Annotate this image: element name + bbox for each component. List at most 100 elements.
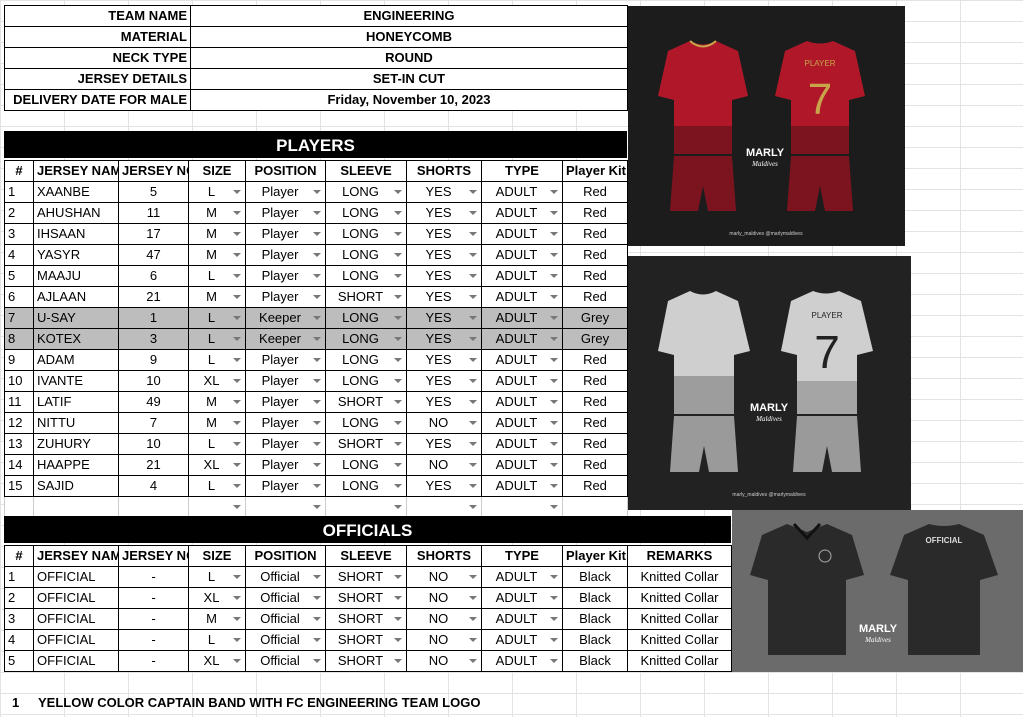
dropdown-arrow-icon[interactable] (550, 211, 558, 215)
red-kit-image[interactable]: PLAYER 7 MARLY Maldives marly_maldives @… (628, 6, 905, 246)
dropdown-arrow-icon[interactable] (394, 575, 402, 579)
table-cell[interactable]: Player (245, 412, 326, 434)
table-cell[interactable]: 7 (118, 412, 189, 434)
table-cell[interactable]: 3 (118, 328, 189, 350)
table-cell[interactable]: LONG (325, 475, 407, 497)
dropdown-arrow-icon[interactable] (550, 295, 558, 299)
table-cell[interactable]: Official (245, 650, 326, 672)
table-cell[interactable]: ADULT (481, 223, 563, 245)
table-cell[interactable]: L (188, 328, 246, 350)
table-cell[interactable]: U-SAY (33, 307, 119, 329)
table-cell[interactable]: Red (562, 244, 628, 266)
table-cell[interactable]: Grey (562, 307, 628, 329)
dropdown-arrow-icon[interactable] (313, 337, 321, 341)
table-cell[interactable]: Red (562, 391, 628, 413)
table-cell[interactable]: 6 (118, 265, 189, 287)
table-cell[interactable]: - (118, 566, 189, 588)
table-cell[interactable]: YASYR (33, 244, 119, 266)
dropdown-arrow-icon[interactable] (469, 442, 477, 446)
table-cell[interactable]: SHORT (325, 587, 407, 609)
dropdown-arrow-icon[interactable] (394, 484, 402, 488)
info-value[interactable]: ROUND (190, 47, 628, 69)
empty-cell[interactable] (188, 496, 246, 517)
table-cell[interactable]: ADULT (481, 202, 563, 224)
dropdown-arrow-icon[interactable] (394, 253, 402, 257)
dropdown-arrow-icon[interactable] (550, 505, 558, 509)
dropdown-arrow-icon[interactable] (313, 421, 321, 425)
table-cell[interactable]: Black (562, 650, 628, 672)
table-cell[interactable]: YES (406, 202, 482, 224)
dropdown-arrow-icon[interactable] (233, 190, 241, 194)
empty-cell[interactable] (562, 496, 628, 517)
table-cell[interactable]: Knitted Collar (627, 587, 732, 609)
table-cell[interactable]: ADULT (481, 587, 563, 609)
dropdown-arrow-icon[interactable] (313, 575, 321, 579)
dropdown-arrow-icon[interactable] (313, 316, 321, 320)
table-cell[interactable]: LONG (325, 265, 407, 287)
dropdown-arrow-icon[interactable] (469, 232, 477, 236)
table-cell[interactable]: Red (562, 412, 628, 434)
table-cell[interactable]: 49 (118, 391, 189, 413)
dropdown-arrow-icon[interactable] (394, 379, 402, 383)
table-cell[interactable]: Official (245, 608, 326, 630)
table-cell[interactable]: SHORT (325, 433, 407, 455)
dropdown-arrow-icon[interactable] (313, 638, 321, 642)
dropdown-arrow-icon[interactable] (550, 232, 558, 236)
table-cell[interactable]: OFFICIAL (33, 650, 119, 672)
table-cell[interactable]: ADULT (481, 286, 563, 308)
dropdown-arrow-icon[interactable] (550, 316, 558, 320)
dropdown-arrow-icon[interactable] (469, 659, 477, 663)
dropdown-arrow-icon[interactable] (550, 253, 558, 257)
dropdown-arrow-icon[interactable] (394, 232, 402, 236)
table-cell[interactable]: 9 (4, 349, 34, 371)
dropdown-arrow-icon[interactable] (233, 316, 241, 320)
dropdown-arrow-icon[interactable] (469, 617, 477, 621)
dropdown-arrow-icon[interactable] (550, 400, 558, 404)
table-cell[interactable]: Player (245, 433, 326, 455)
table-cell[interactable]: ADULT (481, 475, 563, 497)
table-cell[interactable]: NITTU (33, 412, 119, 434)
table-cell[interactable]: 10 (118, 433, 189, 455)
table-cell[interactable]: Player (245, 223, 326, 245)
dropdown-arrow-icon[interactable] (394, 617, 402, 621)
table-cell[interactable]: Player (245, 265, 326, 287)
table-cell[interactable]: ADULT (481, 629, 563, 651)
dropdown-arrow-icon[interactable] (394, 421, 402, 425)
table-cell[interactable]: SHORT (325, 566, 407, 588)
table-cell[interactable]: NO (406, 650, 482, 672)
table-cell[interactable]: Keeper (245, 328, 326, 350)
table-cell[interactable]: 12 (4, 412, 34, 434)
table-cell[interactable]: Player (245, 454, 326, 476)
dropdown-arrow-icon[interactable] (550, 358, 558, 362)
table-cell[interactable]: LONG (325, 370, 407, 392)
dropdown-arrow-icon[interactable] (469, 379, 477, 383)
table-cell[interactable]: OFFICIAL (33, 587, 119, 609)
black-kit-image[interactable]: OFFICIAL MARLY Maldives (732, 510, 1023, 672)
dropdown-arrow-icon[interactable] (469, 421, 477, 425)
table-cell[interactable]: NO (406, 412, 482, 434)
table-cell[interactable]: - (118, 587, 189, 609)
dropdown-arrow-icon[interactable] (550, 638, 558, 642)
dropdown-arrow-icon[interactable] (469, 638, 477, 642)
table-cell[interactable]: LONG (325, 244, 407, 266)
table-cell[interactable]: M (188, 391, 246, 413)
info-value[interactable]: ENGINEERING (190, 5, 628, 27)
table-cell[interactable]: ADULT (481, 307, 563, 329)
dropdown-arrow-icon[interactable] (469, 463, 477, 467)
table-cell[interactable]: - (118, 608, 189, 630)
dropdown-arrow-icon[interactable] (394, 400, 402, 404)
dropdown-arrow-icon[interactable] (313, 358, 321, 362)
info-value[interactable]: Friday, November 10, 2023 (190, 89, 628, 111)
table-cell[interactable]: 11 (118, 202, 189, 224)
table-cell[interactable]: 15 (4, 475, 34, 497)
dropdown-arrow-icon[interactable] (394, 659, 402, 663)
table-cell[interactable]: ADULT (481, 454, 563, 476)
table-cell[interactable]: ADULT (481, 370, 563, 392)
table-cell[interactable]: NO (406, 587, 482, 609)
table-cell[interactable]: YES (406, 223, 482, 245)
table-cell[interactable]: L (188, 265, 246, 287)
table-cell[interactable]: YES (406, 370, 482, 392)
table-cell[interactable]: Knitted Collar (627, 566, 732, 588)
dropdown-arrow-icon[interactable] (313, 232, 321, 236)
table-cell[interactable]: ADULT (481, 433, 563, 455)
